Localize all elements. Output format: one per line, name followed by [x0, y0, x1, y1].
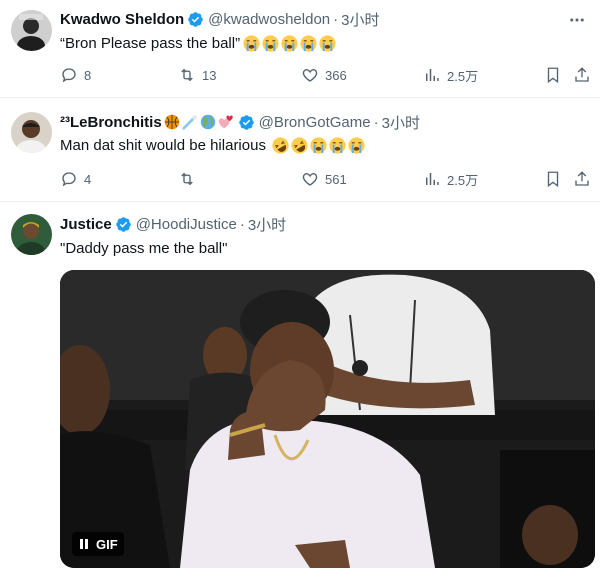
handle[interactable]: @BronGotGame	[259, 114, 371, 131]
basketball-emoji-icon	[164, 114, 179, 130]
tweet-text: “Bron Please pass the ball”	[60, 32, 337, 54]
reply-button[interactable]: 8	[60, 64, 91, 86]
bookmark-button[interactable]	[544, 64, 568, 86]
display-name[interactable]: Kwadwo Sheldon	[60, 11, 184, 28]
retweet-button[interactable]: 13	[178, 64, 216, 86]
sob-emoji-icon	[329, 136, 346, 154]
verified-badge-icon	[188, 11, 203, 27]
views-button[interactable]: 2.5万	[423, 168, 478, 190]
more-options-icon[interactable]	[566, 9, 588, 31]
rofl-emoji-icon	[272, 136, 289, 154]
emoji-row	[271, 136, 366, 155]
name-emojis	[163, 113, 235, 131]
avatar[interactable]	[11, 214, 52, 255]
globe-emoji-icon	[200, 114, 215, 130]
tweet-text: Man dat shit would be hilarious	[60, 134, 366, 156]
retweet-count: 13	[202, 67, 217, 83]
tweet-text-content: "Daddy pass me the ball"	[60, 239, 228, 257]
comet-emoji-icon	[182, 115, 197, 130]
gif-badge[interactable]: GIF	[72, 532, 124, 556]
tweet-text-content: “Bron Please pass the ball”	[60, 34, 241, 52]
sob-emoji-icon	[243, 34, 260, 52]
pause-icon	[80, 539, 88, 549]
analytics-icon	[426, 69, 439, 81]
reply-icon	[62, 68, 76, 83]
handle[interactable]: @kwadwosheldon	[208, 11, 330, 28]
timestamp[interactable]: 3小时	[248, 214, 286, 235]
view-count: 2.5万	[447, 172, 479, 188]
tweet-header: ²³LeBronchitis @BronGotGame · 3小时	[60, 111, 588, 133]
display-name[interactable]: Justice	[60, 216, 112, 233]
heart-icon	[302, 173, 318, 186]
separator-dot: ·	[239, 215, 245, 233]
reply-count: 8	[84, 67, 92, 83]
tweet-1[interactable]: Kwadwo Sheldon @kwadwosheldon · 3小时 “Bro…	[0, 0, 600, 98]
gif-label: GIF	[96, 536, 118, 552]
share-button[interactable]	[573, 64, 597, 86]
reply-icon	[62, 172, 76, 187]
like-count: 561	[325, 171, 347, 187]
sob-emoji-icon	[348, 136, 365, 154]
action-bar: 8 13 366 2.5万	[60, 64, 600, 86]
sob-emoji-icon	[310, 136, 327, 154]
sob-emoji-icon	[319, 34, 336, 52]
timestamp[interactable]: 3小时	[341, 9, 379, 30]
tweet-header: Kwadwo Sheldon @kwadwosheldon · 3小时	[60, 8, 588, 30]
avatar[interactable]	[11, 112, 52, 153]
gif-frame	[60, 270, 595, 568]
views-button[interactable]: 2.5万	[423, 64, 478, 86]
heart-icon	[302, 69, 318, 82]
reply-button[interactable]: 4	[60, 168, 91, 190]
display-name[interactable]: ²³LeBronchitis	[60, 114, 162, 131]
analytics-icon	[426, 173, 439, 185]
tweet-text: "Daddy pass me the ball"	[60, 237, 227, 259]
like-button[interactable]: 366	[301, 64, 347, 86]
sob-emoji-icon	[281, 34, 298, 52]
hearts-emoji-icon	[218, 115, 233, 129]
bookmark-icon	[547, 67, 559, 84]
avatar[interactable]	[11, 10, 52, 51]
emoji-row	[242, 34, 337, 53]
sob-emoji-icon	[300, 34, 317, 52]
retweet-icon	[181, 172, 193, 186]
verified-badge-icon	[115, 216, 131, 232]
handle[interactable]: @HoodiJustice	[136, 216, 237, 233]
sob-emoji-icon	[262, 34, 279, 52]
gif-media[interactable]: GIF	[60, 270, 595, 568]
like-count: 366	[325, 67, 347, 83]
retweet-icon	[181, 68, 193, 82]
tweet-header: Justice @HoodiJustice · 3小时	[60, 213, 588, 235]
retweet-button[interactable]	[178, 168, 202, 190]
rofl-emoji-icon	[291, 136, 308, 154]
timestamp[interactable]: 3小时	[382, 112, 420, 133]
share-icon	[575, 67, 589, 82]
separator-dot: ·	[333, 10, 339, 28]
action-bar: 4 561 2.5万	[60, 168, 600, 190]
reply-count: 4	[84, 171, 92, 187]
bookmark-button[interactable]	[544, 168, 568, 190]
tweet-text-content: Man dat shit would be hilarious	[60, 136, 266, 154]
verified-badge-icon	[238, 114, 254, 130]
share-button[interactable]	[573, 168, 597, 190]
view-count: 2.5万	[447, 68, 479, 84]
share-icon	[575, 171, 589, 186]
separator-dot: ·	[373, 113, 379, 131]
tweet-2[interactable]: ²³LeBronchitis @BronGotGame · 3小时 Man da…	[0, 98, 600, 202]
bookmark-icon	[547, 171, 559, 188]
like-button[interactable]: 561	[301, 168, 347, 190]
